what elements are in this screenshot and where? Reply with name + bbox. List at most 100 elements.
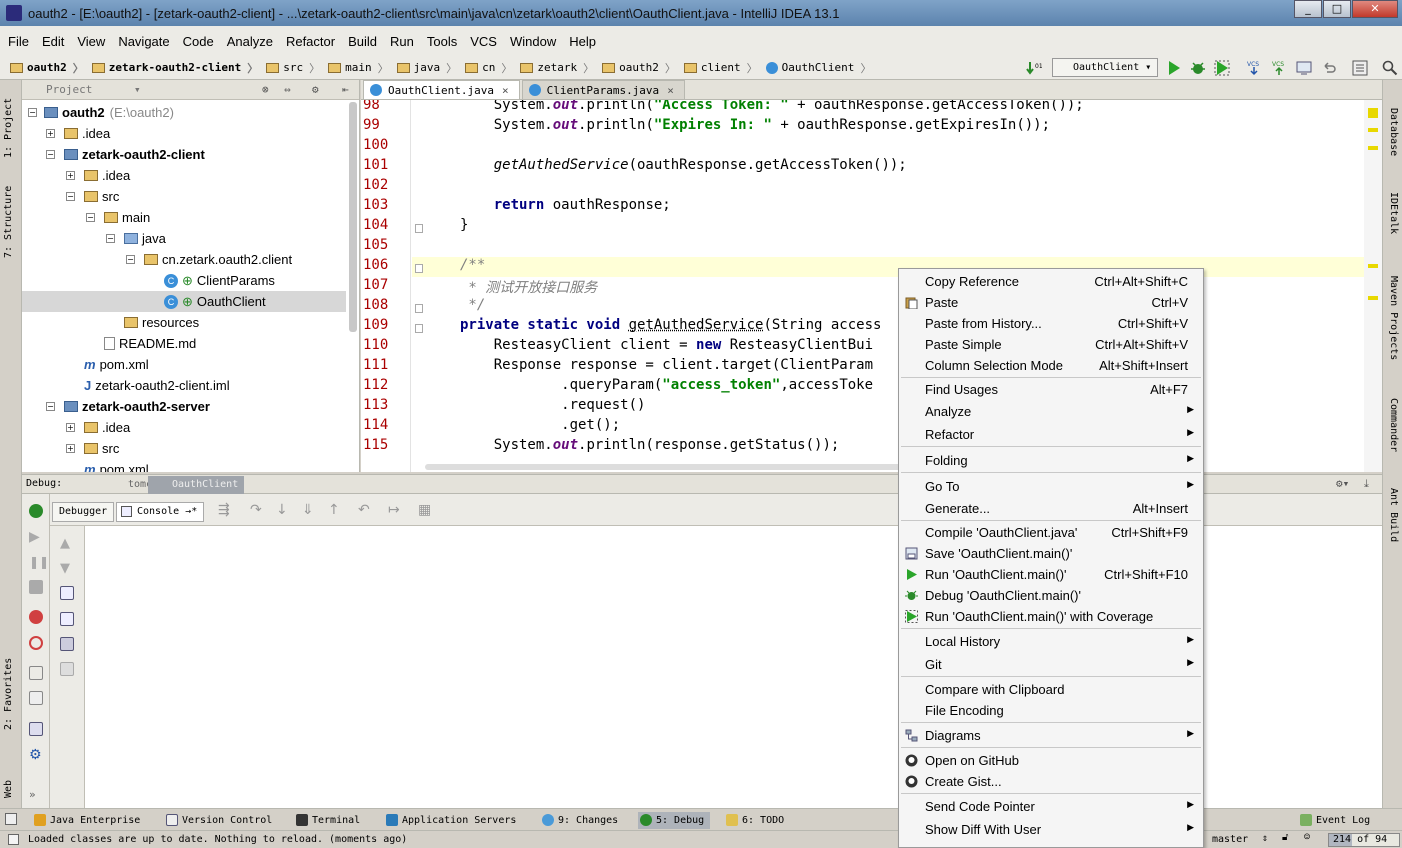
menu-vcs[interactable]: VCS xyxy=(470,34,497,49)
tree-item[interactable]: java xyxy=(124,228,166,249)
menu-item-go-to[interactable]: Go To ▶ xyxy=(900,476,1202,497)
menu-run[interactable]: Run xyxy=(390,34,414,49)
settings-icon[interactable]: ⚙ xyxy=(29,748,43,762)
tab-idetalk[interactable]: IDEtalk xyxy=(1388,192,1399,234)
resume-icon[interactable]: ▶ xyxy=(29,530,43,544)
evaluate-icon[interactable]: ▦ xyxy=(418,502,431,518)
fold-marker[interactable] xyxy=(415,324,423,333)
collapse-toggle[interactable]: − xyxy=(106,234,115,243)
tree-item[interactable]: m pom.xml xyxy=(84,354,149,375)
tab-maven-projects[interactable]: Maven Projects xyxy=(1388,276,1399,360)
menu-item-run[interactable]: Run 'OauthClient.main()' Ctrl+Shift+F10 xyxy=(900,564,1202,585)
revert-icon[interactable] xyxy=(1321,60,1337,76)
menu-analyze[interactable]: Analyze xyxy=(227,34,273,49)
breadcrumb-item[interactable]: src 〉 xyxy=(266,60,320,76)
tool-java-enterprise[interactable]: Java Enterprise xyxy=(32,812,140,829)
fold-marker[interactable] xyxy=(415,304,423,313)
tab-structure[interactable]: 7: Structure xyxy=(3,186,14,258)
breadcrumb-item[interactable]: main 〉 xyxy=(328,60,389,76)
collapse-toggle[interactable]: − xyxy=(28,108,37,117)
tree-item-selected[interactable]: C ⊕ OauthClient xyxy=(22,291,346,312)
close-button[interactable]: ✕ xyxy=(1352,0,1398,18)
menu-item-folding[interactable]: Folding ▶ xyxy=(900,450,1202,471)
tool-debug[interactable]: 5: Debug xyxy=(638,812,710,829)
menu-item-save-config[interactable]: Save 'OauthClient.main()' xyxy=(900,543,1202,564)
step-over-icon[interactable]: ↷ xyxy=(250,502,262,518)
mute-breakpoints-icon[interactable] xyxy=(29,636,43,650)
up-arrow-icon[interactable]: ▲ xyxy=(60,536,74,551)
sort-icon[interactable]: 01 xyxy=(1026,60,1042,76)
restore-layout-icon[interactable] xyxy=(29,722,43,736)
tree-item[interactable]: oauth2 (E:\oauth2) xyxy=(44,102,174,123)
soft-wrap-icon[interactable] xyxy=(60,586,74,600)
collapse-toggle[interactable]: − xyxy=(46,150,55,159)
sync-icon[interactable]: ⊗ xyxy=(262,80,269,100)
expand-toggle[interactable]: + xyxy=(46,129,55,138)
tab-web[interactable]: Web xyxy=(3,780,14,798)
coverage-icon[interactable] xyxy=(1214,60,1230,76)
scroll-to-end-icon[interactable] xyxy=(60,612,74,626)
compare-icon[interactable] xyxy=(1296,60,1312,76)
fold-marker[interactable] xyxy=(415,264,423,273)
tab-console[interactable]: Console →* xyxy=(116,502,205,522)
tab-commander[interactable]: Commander xyxy=(1388,398,1399,452)
vcs-update-icon[interactable]: VCS xyxy=(1246,60,1262,76)
inspection-icon[interactable]: ☺︎ xyxy=(1304,832,1310,843)
project-view-select[interactable]: Project xyxy=(46,83,92,96)
menu-item-compare-with-clipboard[interactable]: Compare with Clipboard xyxy=(900,679,1202,700)
menu-item-analyze[interactable]: Analyze ▶ xyxy=(900,401,1202,422)
more-icon[interactable]: » xyxy=(29,788,43,802)
tab-database[interactable]: Database xyxy=(1388,108,1399,156)
expand-toggle[interactable]: + xyxy=(66,444,75,453)
tab-favorites[interactable]: 2: Favorites xyxy=(3,658,14,730)
hide-panel-icon[interactable]: ⤓ xyxy=(1364,477,1369,491)
menu-item-show-diff-with-user[interactable]: Show Diff With User ▶ xyxy=(900,819,1202,840)
debug-icon[interactable] xyxy=(1190,60,1206,76)
warning-marker[interactable] xyxy=(1368,108,1378,118)
collapse-toggle[interactable]: − xyxy=(46,402,55,411)
collapse-all-icon[interactable]: ⇔ xyxy=(284,80,291,100)
warning-marker[interactable] xyxy=(1368,146,1378,150)
menu-view[interactable]: View xyxy=(77,34,105,49)
tab-project[interactable]: 1: Project xyxy=(3,98,14,158)
error-stripe[interactable] xyxy=(1364,100,1382,472)
line-gutter[interactable]: 98 99 100 101 102 103 104 105 106 107 10… xyxy=(361,100,411,472)
tool-terminal[interactable]: Terminal xyxy=(294,812,360,829)
lock-icon[interactable]: 🔓︎ xyxy=(1282,832,1288,843)
run-to-cursor-icon[interactable]: ↦ xyxy=(388,502,400,518)
menu-item-send-code-pointer[interactable]: Send Code Pointer ▶ xyxy=(900,796,1202,817)
menu-window[interactable]: Window xyxy=(510,34,556,49)
trash-icon[interactable] xyxy=(60,662,74,676)
view-breakpoints-icon[interactable] xyxy=(29,610,43,624)
tree-item[interactable]: zetark-oauth2-server xyxy=(64,396,210,417)
menu-item-find-usages[interactable]: Find Usages Alt+F7 xyxy=(900,379,1202,400)
pause-icon[interactable]: ❚❚ xyxy=(29,555,49,569)
menu-tools[interactable]: Tools xyxy=(427,34,457,49)
tree-item[interactable]: resources xyxy=(124,312,199,333)
menu-item-copy-reference[interactable]: Copy Reference Ctrl+Alt+Shift+C xyxy=(900,271,1202,292)
tool-application-servers[interactable]: Application Servers xyxy=(384,812,516,829)
menu-item-paste-simple[interactable]: Paste Simple Ctrl+Alt+Shift+V xyxy=(900,334,1202,355)
tool-window-toggle-icon[interactable] xyxy=(5,813,17,825)
minimize-button[interactable]: _ xyxy=(1294,0,1322,18)
menu-file[interactable]: File xyxy=(8,34,29,49)
breadcrumb-item[interactable]: client 〉 xyxy=(683,60,758,76)
debug-session-oauthclient[interactable]: OauthClient xyxy=(148,476,244,494)
stop-icon[interactable] xyxy=(29,580,43,594)
tree-item[interactable]: m pom.xml xyxy=(84,459,149,472)
menu-item-compile[interactable]: Compile 'OauthClient.java' Ctrl+Shift+F9 xyxy=(900,522,1202,543)
maximize-button[interactable]: □ xyxy=(1323,0,1351,18)
tab-debugger[interactable]: Debugger xyxy=(52,502,115,522)
breadcrumb-item[interactable]: java 〉 xyxy=(396,60,457,76)
warning-marker[interactable] xyxy=(1368,128,1378,132)
tab-clientparams-java[interactable]: ClientParams.java × xyxy=(521,80,685,99)
tree-item[interactable]: zetark-oauth2-client xyxy=(64,144,205,165)
search-icon[interactable] xyxy=(1382,60,1398,76)
tree-item[interactable]: README.md xyxy=(104,333,196,354)
hide-panel-icon[interactable]: ⇤ xyxy=(342,80,349,100)
memory-indicator[interactable]: 214 of 94 xyxy=(1328,833,1400,847)
project-structure-icon[interactable] xyxy=(1352,60,1368,76)
breadcrumb-item[interactable]: oauth2 〉 xyxy=(10,60,84,76)
menu-item-refactor[interactable]: Refactor ▶ xyxy=(900,424,1202,445)
get-thread-dump-icon[interactable] xyxy=(29,666,43,680)
